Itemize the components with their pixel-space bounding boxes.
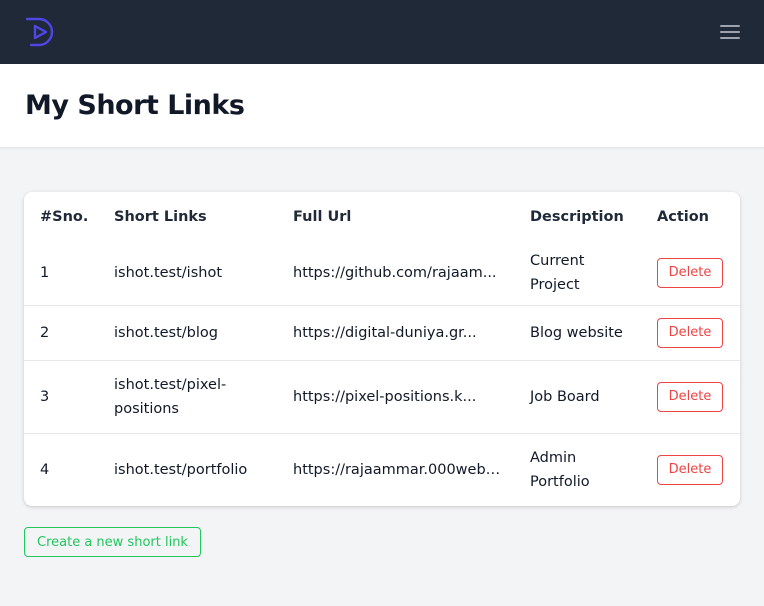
row-sno: 4 <box>40 461 50 478</box>
delete-button[interactable]: Delete <box>657 381 723 412</box>
play-logo-icon[interactable] <box>24 16 56 48</box>
row-sno: 1 <box>40 264 50 281</box>
page-header: My Short Links <box>0 64 764 148</box>
short-links-table: #Sno. Short Links Full Url Description A… <box>24 192 740 506</box>
row-sno: 3 <box>40 388 50 405</box>
page-title: My Short Links <box>25 90 245 121</box>
main-content: #Sno. Short Links Full Url Description A… <box>0 148 764 557</box>
links-table-card: #Sno. Short Links Full Url Description A… <box>24 192 740 506</box>
row-description: Job Board <box>530 388 600 405</box>
row-action: Delete <box>641 360 740 433</box>
delete-button[interactable]: Delete <box>657 257 723 288</box>
table-row: 1 ishot.test/ishot https://github.com/ra… <box>24 241 740 305</box>
row-action: Delete <box>641 241 740 305</box>
table-row: 2 ishot.test/blog https://digital-duniya… <box>24 305 740 360</box>
delete-button[interactable]: Delete <box>657 454 723 485</box>
navbar <box>0 0 764 64</box>
row-short-link[interactable]: ishot.test/blog <box>98 305 277 360</box>
header-full-url: Full Url <box>293 208 352 225</box>
table-row: 3 ishot.test/pixel-positions https://pix… <box>24 360 740 433</box>
delete-button[interactable]: Delete <box>657 317 723 348</box>
header-description: Description <box>530 208 624 225</box>
table-header-row: #Sno. Short Links Full Url Description A… <box>24 192 740 241</box>
row-sno: 2 <box>40 324 50 341</box>
header-action: Action <box>657 208 710 225</box>
row-full-url-cell: https://rajaammar.000webh... <box>277 433 514 506</box>
create-short-link-button[interactable]: Create a new short link <box>24 527 201 557</box>
row-full-url-cell: https://github.com/rajaam... <box>277 241 514 305</box>
header-sno: #Sno. <box>40 208 89 225</box>
row-short-link[interactable]: ishot.test/pixel-positions <box>98 360 277 433</box>
header-short-links: Short Links <box>114 208 207 225</box>
row-short-link[interactable]: ishot.test/ishot <box>98 241 277 305</box>
row-action: Delete <box>641 305 740 360</box>
row-action: Delete <box>641 433 740 506</box>
row-full-url-cell: https://pixel-positions.k... <box>277 360 514 433</box>
row-full-url[interactable]: https://rajaammar.000webh... <box>293 458 507 482</box>
row-description: Admin Portfolio <box>530 449 590 490</box>
table-row: 4 ishot.test/portfolio https://rajaammar… <box>24 433 740 506</box>
row-full-url-cell: https://digital-duniya.gr... <box>277 305 514 360</box>
row-description: Blog website <box>530 324 623 341</box>
row-short-link[interactable]: ishot.test/portfolio <box>98 433 277 506</box>
row-full-url[interactable]: https://pixel-positions.k... <box>293 385 507 409</box>
row-description: Current Project <box>530 252 585 293</box>
hamburger-menu-icon[interactable] <box>717 19 743 45</box>
row-full-url[interactable]: https://github.com/rajaam... <box>293 261 507 285</box>
row-full-url[interactable]: https://digital-duniya.gr... <box>293 321 507 345</box>
